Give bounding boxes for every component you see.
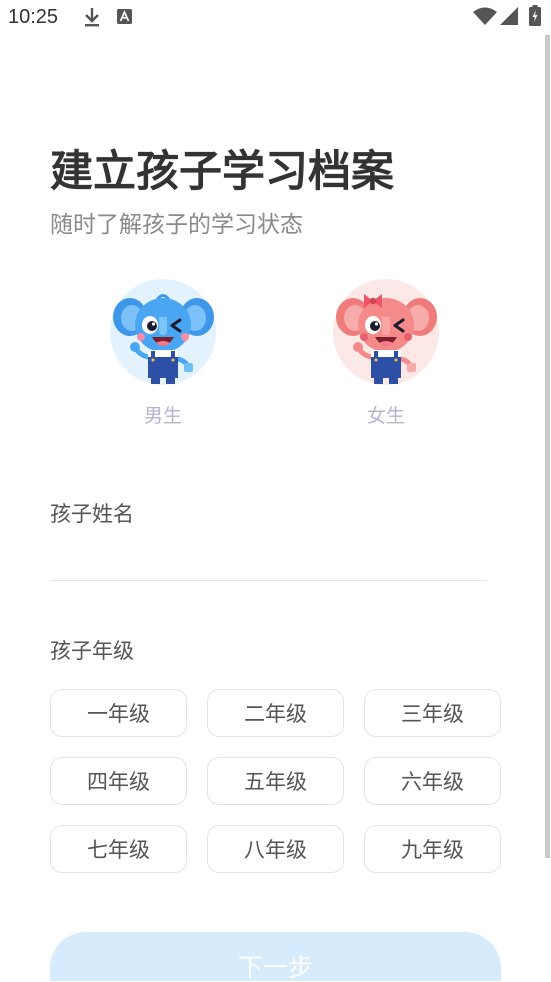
status-time: 10:25	[8, 6, 59, 28]
page-subtitle: 随时了解孩子的学习状态	[50, 212, 303, 238]
page-title: 建立孩子学习档案	[50, 147, 394, 197]
grade-option-9[interactable]: 九年级	[364, 825, 501, 873]
grade-options: 一年级 二年级 三年级 四年级 五年级 六年级 七年级 八年级 九年级	[50, 689, 501, 873]
grade-option-1[interactable]: 一年级	[50, 689, 187, 737]
next-step-button[interactable]: 下一步	[50, 932, 501, 981]
grade-option-5[interactable]: 五年级	[207, 757, 344, 805]
wifi-icon	[473, 7, 497, 25]
battery-charging-icon	[529, 5, 541, 26]
download-icon	[85, 8, 99, 27]
grade-option-2[interactable]: 二年级	[207, 689, 344, 737]
gender-option-girl[interactable]: 女生	[331, 277, 441, 432]
gender-label-boy: 男生	[143, 405, 182, 427]
gender-option-boy[interactable]: 男生	[108, 277, 218, 432]
child-name-input[interactable]	[50, 545, 487, 581]
grade-field-label: 孩子年级	[50, 639, 134, 663]
text-a-icon	[117, 9, 132, 24]
grade-option-4[interactable]: 四年级	[50, 757, 187, 805]
pink-elephant-girl-icon	[333, 279, 439, 385]
grade-option-6[interactable]: 六年级	[364, 757, 501, 805]
blue-elephant-boy-icon	[110, 279, 216, 385]
scrollbar[interactable]	[545, 35, 550, 858]
signal-icon	[500, 7, 518, 25]
grade-option-3[interactable]: 三年级	[364, 689, 501, 737]
grade-option-7[interactable]: 七年级	[50, 825, 187, 873]
grade-option-8[interactable]: 八年级	[207, 825, 344, 873]
gender-label-girl: 女生	[366, 405, 405, 427]
name-field-label: 孩子姓名	[50, 502, 134, 526]
